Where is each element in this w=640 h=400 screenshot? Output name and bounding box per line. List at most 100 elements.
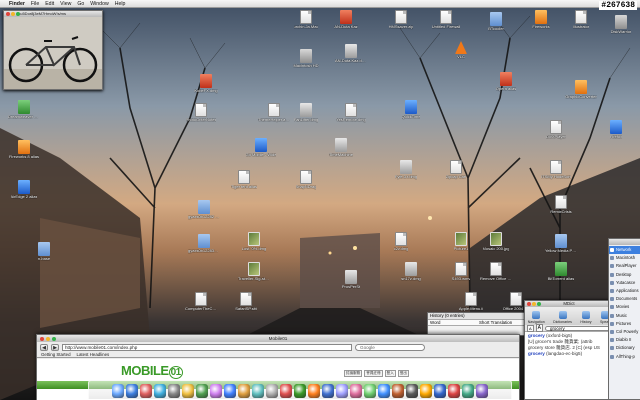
desktop-icon[interactable]: Untitled Firewall (430, 10, 462, 30)
desktop-icon[interactable]: Yellow Media Previews (545, 232, 577, 254)
desktop-icon[interactable]: BitTorrent alias (545, 262, 577, 282)
desktop-icon[interactable]: AN-Duta Kaz (330, 10, 362, 30)
menu-window[interactable]: Window (90, 1, 108, 7)
dock-disk-icon[interactable] (266, 384, 278, 398)
desktop-icon[interactable]: Remove Office log.txt (480, 262, 512, 282)
sidebar-item[interactable]: Applications (609, 287, 640, 295)
forward-button[interactable]: ▶ (51, 343, 59, 351)
menu-edit[interactable]: Edit (45, 1, 54, 7)
dock-app-icon[interactable] (224, 384, 236, 398)
desktop-icon[interactable]: n-base (28, 240, 60, 262)
sidebar-item[interactable]: AllThing-p (609, 353, 640, 361)
desktop-icon[interactable]: sn17z.dmg (395, 262, 427, 282)
history-panel[interactable]: History (0 entries) Word Short Translati… (427, 312, 527, 336)
sidebar-item[interactable]: Music (609, 312, 640, 320)
dock-globe-icon[interactable] (322, 384, 334, 398)
desktop-icon[interactable]: BTcooler (480, 10, 512, 32)
dock-mobile-icon[interactable] (294, 384, 306, 398)
dock-trash-icon[interactable] (476, 384, 488, 398)
toolbar-history[interactable]: History (580, 311, 592, 324)
site-logo[interactable]: MOBILE 01 (121, 363, 183, 379)
desktop-icon[interactable]: Tiger tent.alias (228, 170, 260, 190)
site-link[interactable]: 會員註冊 (364, 370, 383, 377)
site-link[interactable]: 討論服務 (343, 370, 363, 377)
desktop-icon[interactable]: GraphicConverter (565, 80, 597, 100)
desktop-icon[interactable]: Macintosh HD (290, 46, 322, 69)
sidebar-item[interactable]: Documents (609, 295, 640, 303)
url-field[interactable]: http://www.mobile01.com/index.php (62, 343, 352, 351)
desktop-icon[interactable]: Fireworks 8 alias (8, 140, 40, 160)
sidebar-item[interactable]: Yutacasce (609, 279, 640, 287)
dock-terminal-icon[interactable] (406, 384, 418, 398)
dock-system-icon[interactable] (168, 384, 180, 398)
sidebar-item[interactable]: Macintosh (609, 254, 640, 262)
close-icon[interactable] (40, 336, 44, 341)
desktop-icon[interactable]: DiskWarrior (605, 12, 637, 35)
history-col-translation[interactable]: Short Translation (477, 320, 526, 325)
dock-teal-icon[interactable] (462, 384, 474, 398)
sidebar-item[interactable]: Network (609, 246, 640, 255)
desktop-icon[interactable]: Traveller-Slg-stops.dmg (238, 262, 270, 282)
close-icon[interactable] (527, 302, 531, 306)
bookmark-latest-headlines[interactable]: Latest Headlines (77, 352, 110, 357)
desktop-icon[interactable]: S493.wmv (445, 262, 477, 282)
desktop-icon[interactable]: AirEdge 2 alias (8, 180, 40, 200)
sidebar-item[interactable]: Col Powerly (609, 328, 640, 336)
dock-red-icon[interactable] (448, 384, 460, 398)
dock-safari-icon[interactable] (154, 384, 166, 398)
desktop-icon[interactable]: YesRemote.dmg (335, 103, 367, 123)
desktop-icon[interactable]: ProsPerSt (335, 270, 367, 290)
zoom-icon[interactable] (52, 336, 56, 341)
desktop-icon[interactable]: Fyfe.3.t.dmg (390, 160, 422, 180)
desktop-icon[interactable]: Zipcap Cart (440, 160, 472, 180)
dock-ichat-icon[interactable] (252, 384, 264, 398)
sidebar-item[interactable]: Dictionary (609, 344, 640, 352)
close-icon[interactable] (6, 12, 10, 16)
dock-photo-icon[interactable] (210, 384, 222, 398)
site-link[interactable]: 登出 (397, 370, 409, 377)
finder-sidebar-window[interactable]: Network Macintosh RealPlayer Desktop Yutacas… (608, 238, 640, 400)
dock-finder-icon[interactable] (112, 384, 124, 398)
desktop-icon[interactable]: Dreamweaver 8 alias (8, 100, 40, 120)
desktop-icon[interactable]: Apple.Menu.ii (455, 292, 487, 312)
toolbar-dictionaries[interactable]: Dictionaries (553, 311, 572, 324)
menu-go[interactable]: Go (77, 1, 84, 7)
dock-mail-icon[interactable] (126, 384, 138, 398)
dictionary-search-input[interactable]: grocery (545, 325, 611, 331)
dock-blue-icon[interactable] (378, 384, 390, 398)
desktop-icon[interactable]: VLC (445, 40, 477, 60)
photo-preview-window[interactable]: 1u5Dor8j3eM7HmoW!s/ms (3, 10, 103, 90)
desktop-icon[interactable]: PhotoGriterNotes (185, 103, 217, 123)
desktop-icon[interactable]: urchin.Ja.Mac (290, 10, 322, 30)
desktop-icon[interactable]: gyaxs0b122833 Folder (188, 232, 220, 254)
history-col-word[interactable]: Word (428, 320, 477, 325)
desktop-icon[interactable]: Fireworks (525, 10, 557, 30)
desktop-icon[interactable]: gyaxs0b12282 Folder (188, 198, 220, 220)
desktop-icon[interactable]: DivXPlayer (540, 120, 572, 140)
minimize-icon[interactable] (532, 302, 536, 306)
dock-note-icon[interactable] (182, 384, 194, 398)
sidebar-item[interactable]: Pictures (609, 320, 640, 328)
back-button[interactable]: ◀ (40, 343, 48, 351)
zoom-icon[interactable] (537, 302, 541, 306)
dock-pink-icon[interactable] (350, 384, 362, 398)
dock-chat-icon[interactable] (336, 384, 348, 398)
desktop-icon[interactable]: ComputerTheCommand (185, 292, 217, 312)
dock-folder-icon[interactable] (434, 384, 446, 398)
desktop-icon[interactable]: Lost, 0%.dmg (238, 232, 270, 252)
desktop-icon[interactable]: KobeFX.dmg (190, 74, 222, 94)
desktop-icon[interactable]: FanLifter.dmg (290, 103, 322, 123)
bookmark-getting-started[interactable]: Getting Started (41, 352, 71, 357)
desktop-icon[interactable]: Illustrator (565, 10, 597, 30)
desktop-icon[interactable]: c2v.dmg (385, 232, 417, 252)
dock-music-icon[interactable] (280, 384, 292, 398)
dock-brown-icon[interactable] (392, 384, 404, 398)
toolbar-navigation[interactable]: Navigation (528, 311, 545, 324)
menu-file[interactable]: File (31, 1, 39, 7)
dock-itunes-icon[interactable] (196, 384, 208, 398)
desktop-icon[interactable]: RemixCrisis (545, 195, 577, 215)
desktop-icon[interactable]: ITSMy HodeSort (540, 160, 572, 180)
sidebar-item[interactable]: Desktop (609, 271, 640, 279)
desktop-icon[interactable]: Opera alias (490, 72, 522, 92)
desktop-icon[interactable]: SafariSP.sitt (230, 292, 262, 312)
